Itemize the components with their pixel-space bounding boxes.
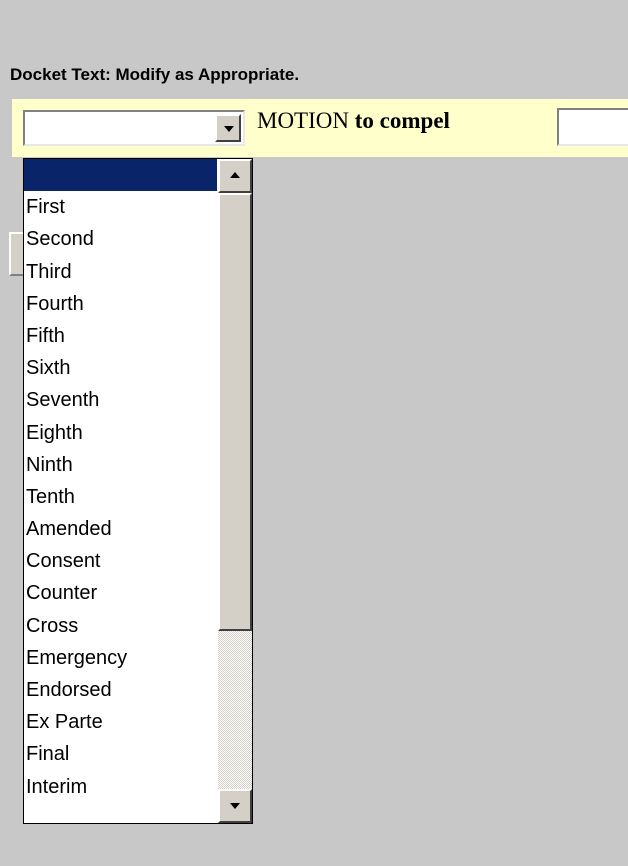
dropdown-option-consent[interactable]: Consent (24, 545, 217, 577)
dropdown-option-emergency[interactable]: Emergency (24, 642, 217, 674)
dropdown-option-counter[interactable]: Counter (24, 577, 217, 609)
dropdown-option-final[interactable]: Final (24, 738, 217, 770)
dropdown-option-cross[interactable]: Cross (24, 610, 217, 642)
chevron-down-icon (224, 126, 234, 132)
arrow-down-icon (230, 803, 240, 809)
dropdown-option-amended[interactable]: Amended (24, 513, 217, 545)
docket-text-input[interactable] (557, 108, 628, 146)
dropdown-option-endorsed[interactable]: Endorsed (24, 674, 217, 706)
dropdown-option-sixth[interactable]: Sixth (24, 352, 217, 384)
dropdown-option-tenth[interactable]: Tenth (24, 481, 217, 513)
dropdown-option-ex-parte[interactable]: Ex Parte (24, 706, 217, 738)
scroll-up-button[interactable] (218, 159, 252, 193)
dropdown-option-blank[interactable] (24, 159, 217, 192)
motion-to-compel-label: to compel (354, 108, 450, 133)
scroll-down-button[interactable] (218, 789, 252, 823)
dropdown-option-interim[interactable]: Interim (24, 771, 217, 803)
motion-type-dropdown-list[interactable]: First Second Third Fourth Fifth Sixth Seventh E… (23, 158, 253, 824)
dropdown-option-fifth[interactable]: Fifth (24, 320, 217, 352)
dropdown-scrollbar[interactable] (218, 159, 252, 823)
motion-text: MOTION to compel (257, 108, 450, 134)
docket-text-heading: Docket Text: Modify as Appropriate. (10, 65, 300, 84)
dropdown-option-fourth[interactable]: Fourth (24, 288, 217, 320)
dropdown-option-seventh[interactable]: Seventh (24, 384, 217, 416)
motion-type-select[interactable] (23, 110, 245, 146)
motion-label: MOTION (257, 108, 349, 133)
dropdown-options: First Second Third Fourth Fifth Sixth Seventh E… (24, 159, 217, 803)
dropdown-option-ninth[interactable]: Ninth (24, 449, 217, 481)
dropdown-option-eighth[interactable]: Eighth (24, 417, 217, 449)
dropdown-option-third[interactable]: Third (24, 256, 217, 288)
dropdown-button[interactable] (215, 114, 241, 142)
scrollbar-thumb[interactable] (218, 193, 252, 631)
dropdown-option-second[interactable]: Second (24, 223, 217, 255)
arrow-up-icon (230, 172, 240, 178)
dropdown-option-first[interactable]: First (24, 191, 217, 223)
